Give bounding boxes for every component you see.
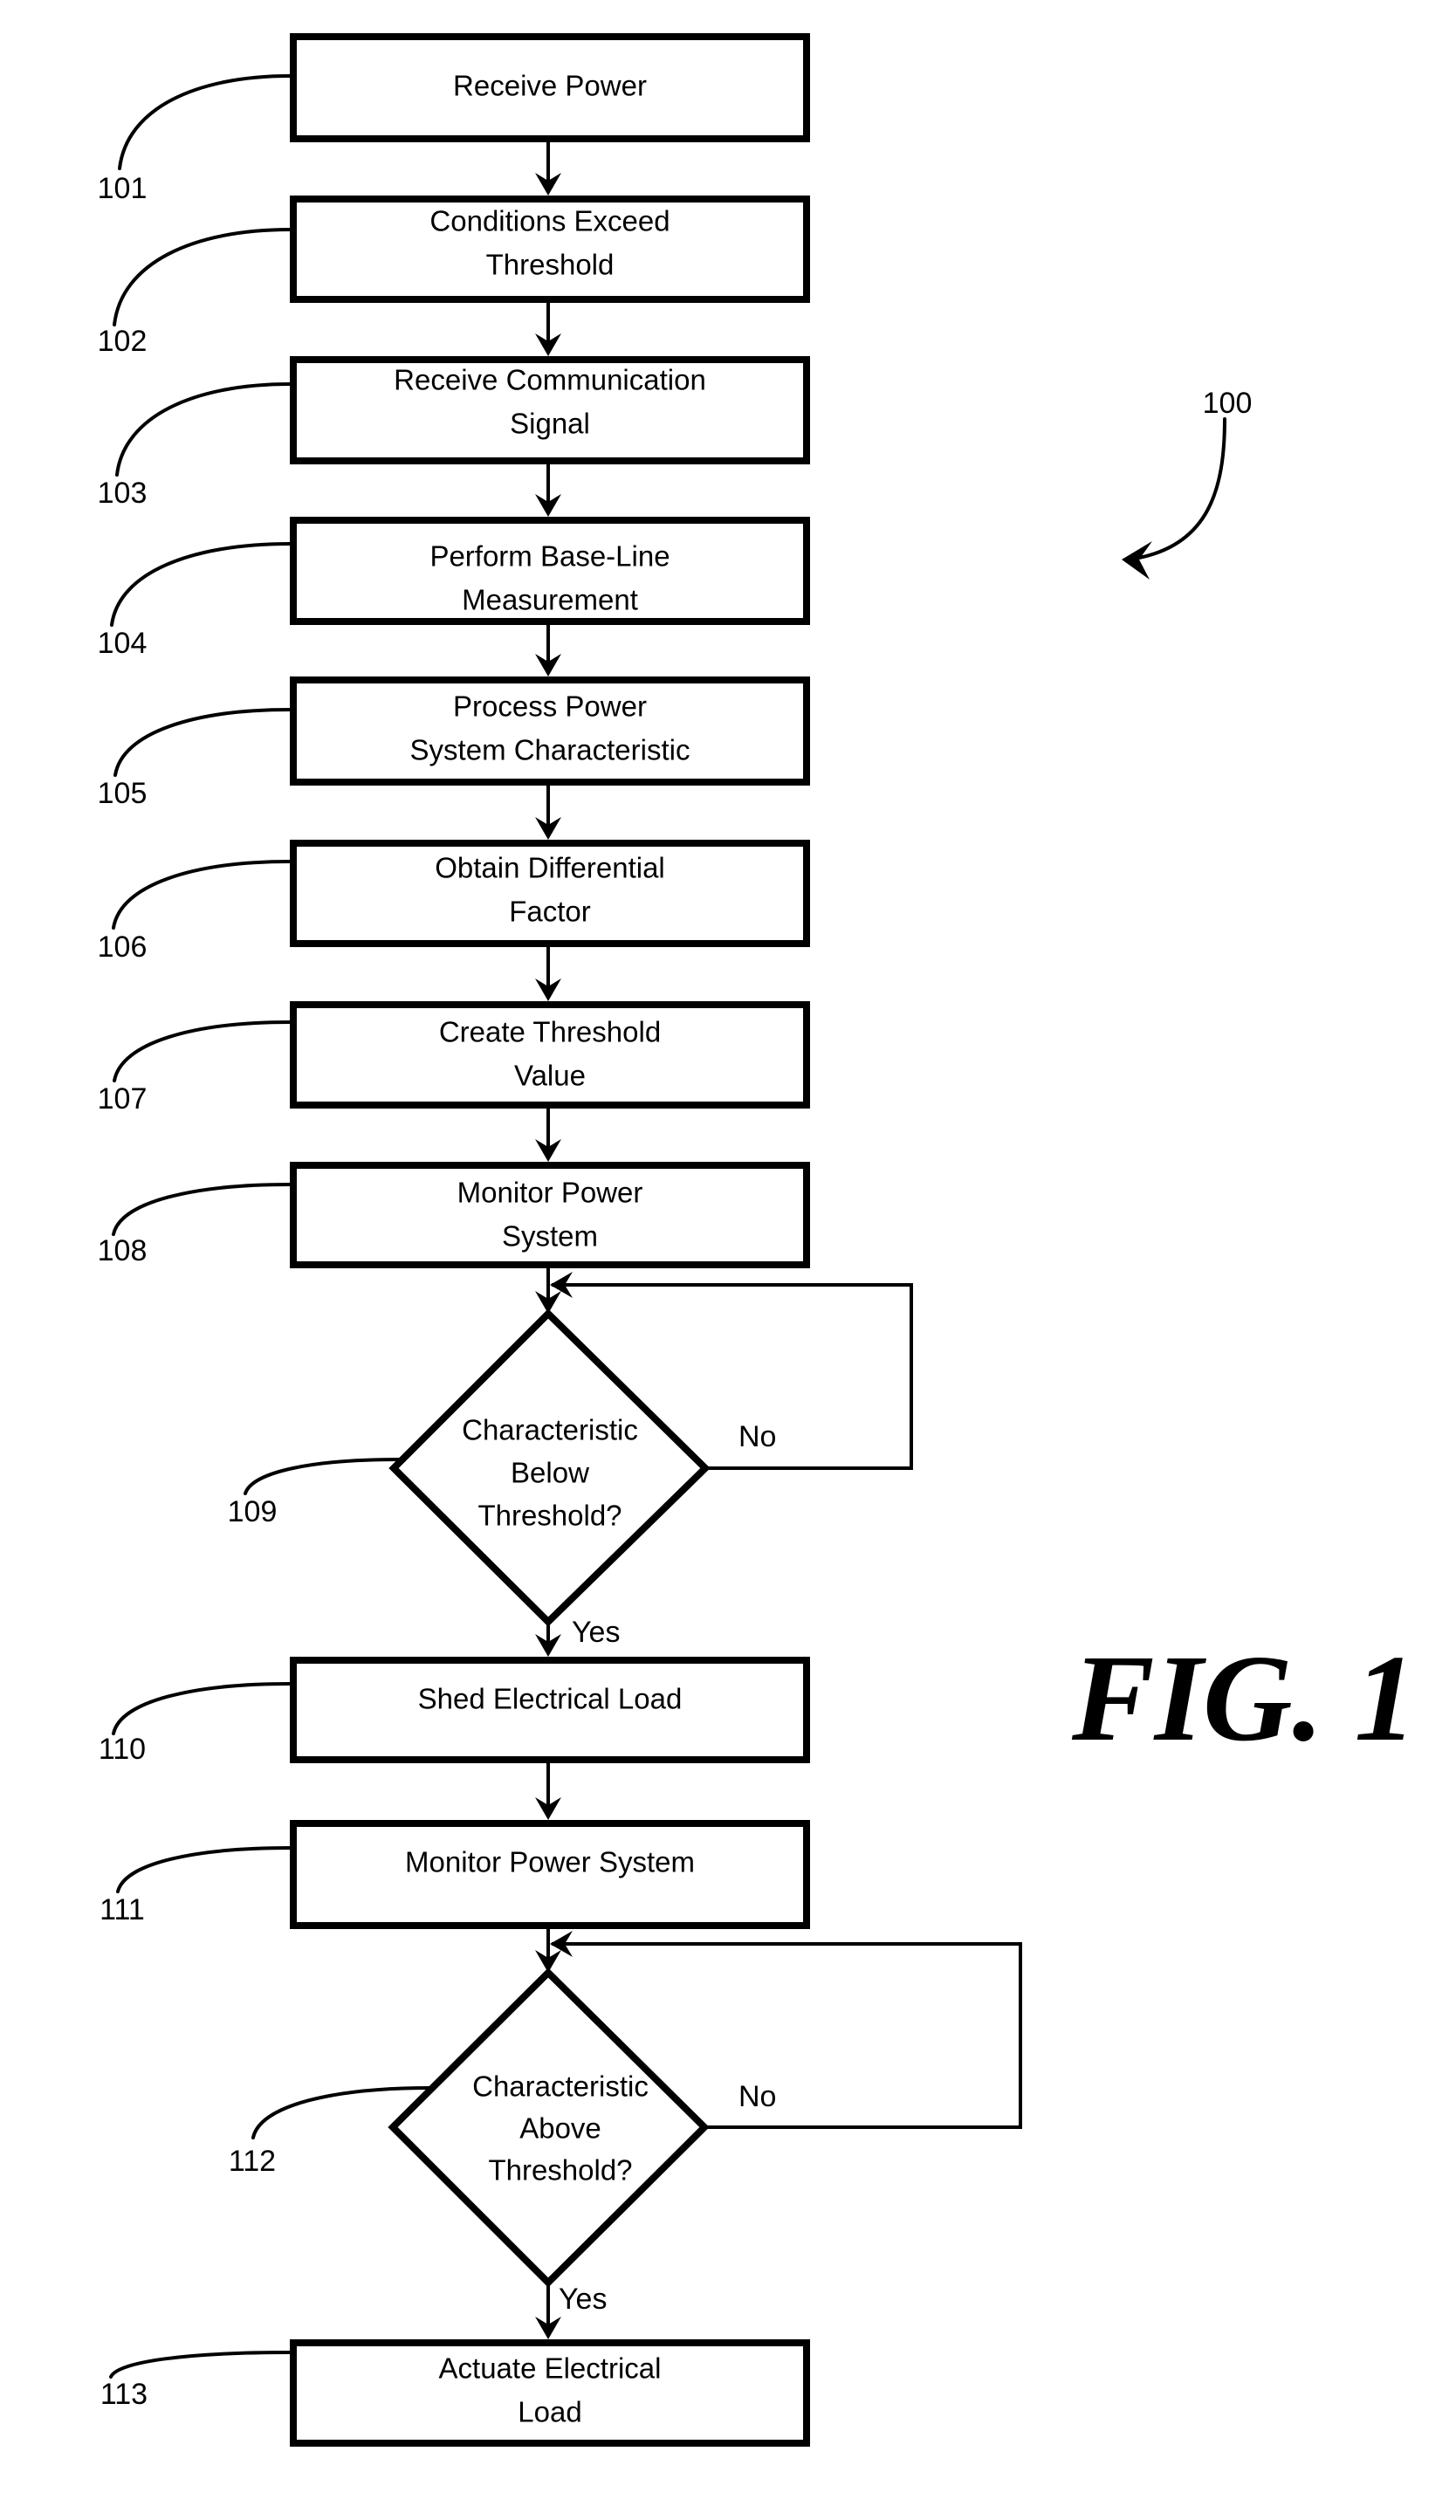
step-label-line: Characteristic bbox=[472, 2070, 649, 2103]
reference-number: 103 bbox=[98, 477, 148, 510]
step-label-line: Characteristic bbox=[462, 1414, 638, 1446]
process-step-111: Monitor Power System bbox=[290, 1820, 810, 1929]
step-label-line: Load bbox=[518, 2396, 581, 2428]
step-label-line: Monitor Power bbox=[457, 1177, 643, 1209]
reference-number: 101 bbox=[98, 172, 148, 205]
reference-callout-line bbox=[110, 542, 292, 627]
reference-callout-line bbox=[244, 1458, 401, 1495]
step-label-line: Monitor Power System bbox=[405, 1846, 695, 1878]
step-label-line: Perform Base-Line bbox=[429, 540, 670, 573]
figure-reference-arrow bbox=[1133, 417, 1226, 560]
step-label-line: Below bbox=[511, 1457, 589, 1489]
step-label-line: System bbox=[502, 1220, 598, 1253]
process-step-107: Create Threshold Value bbox=[290, 1001, 810, 1109]
reference-callout-line bbox=[118, 74, 292, 170]
process-step-105: Process Power System Characteristic bbox=[290, 676, 810, 786]
reference-callout-line bbox=[113, 1020, 292, 1082]
process-step-101: Receive Power bbox=[290, 33, 810, 142]
no-branch-label: No bbox=[738, 1420, 776, 1453]
reference-callout-line bbox=[113, 228, 292, 326]
no-branch-label: No bbox=[738, 2080, 776, 2113]
reference-number: 113 bbox=[100, 2378, 148, 2411]
reference-callout-line bbox=[113, 708, 292, 777]
step-label-line: Actuate Electrical bbox=[439, 2352, 662, 2385]
arrowhead-icon bbox=[1122, 541, 1152, 580]
step-label-line: Threshold? bbox=[477, 1500, 622, 1532]
yes-branch-label: Yes bbox=[572, 1616, 620, 1649]
flowchart-figure: Receive Power Conditions Exceed Threshold R… bbox=[98, 33, 1417, 2447]
figure-reference-number: 100 bbox=[1203, 387, 1253, 420]
step-label-line: Obtain Differential bbox=[435, 852, 665, 884]
step-label-line: Create Threshold bbox=[439, 1016, 661, 1048]
step-label-line: Shed Electrical Load bbox=[418, 1683, 683, 1715]
reference-number: 107 bbox=[98, 1082, 148, 1116]
process-step-106: Obtain Differential Factor bbox=[290, 840, 810, 947]
reference-number: 104 bbox=[98, 627, 148, 660]
reference-number: 106 bbox=[98, 930, 148, 964]
reference-number: 110 bbox=[99, 1733, 146, 1766]
process-step-113: Actuate Electrical Load bbox=[290, 2339, 810, 2447]
figure-reference: 100 bbox=[1122, 387, 1252, 580]
reference-callout-line bbox=[109, 2351, 292, 2379]
step-label-line: Threshold bbox=[486, 249, 615, 281]
step-label-line: Receive Communication bbox=[394, 364, 706, 396]
decision-109: No Yes Characteristic Below Threshold? bbox=[388, 1308, 776, 1649]
step-label-line: Value bbox=[514, 1060, 586, 1092]
reference-number: 105 bbox=[98, 777, 148, 810]
decision-112: No Yes Characteristic Above Threshold? bbox=[388, 1967, 776, 2316]
process-step-104: Perform Base-Line Measurement bbox=[290, 517, 810, 625]
reference-number: 111 bbox=[100, 1893, 145, 1926]
step-label-line: Above bbox=[519, 2112, 601, 2145]
reference-callout-line bbox=[116, 1846, 292, 1893]
reference-number: 112 bbox=[229, 2145, 276, 2178]
step-label-line: Conditions Exceed bbox=[429, 205, 670, 237]
reference-callout-line bbox=[112, 1682, 292, 1735]
yes-branch-label: Yes bbox=[559, 2283, 607, 2316]
step-label-line: Process Power bbox=[453, 690, 647, 723]
reference-number: 108 bbox=[98, 1234, 148, 1267]
step-label-line: Threshold? bbox=[488, 2154, 632, 2187]
reference-number: 109 bbox=[228, 1495, 278, 1528]
process-step-108: Monitor Power System bbox=[290, 1162, 810, 1268]
step-shapes: Receive Power Conditions Exceed Threshold R… bbox=[290, 33, 810, 2447]
process-step-102: Conditions Exceed Threshold bbox=[290, 196, 810, 303]
process-step-103: Receive Communication Signal bbox=[290, 356, 810, 464]
step-label-line: Receive Power bbox=[453, 70, 647, 102]
step-label-line: Factor bbox=[509, 896, 591, 928]
reference-callout-line bbox=[112, 860, 292, 930]
reference-number: 102 bbox=[98, 325, 148, 358]
step-label-line: Signal bbox=[510, 408, 590, 440]
reference-callout-line bbox=[112, 1183, 292, 1236]
figure-label: FIG. 1 bbox=[1071, 1629, 1417, 1767]
step-label-line: Measurement bbox=[462, 584, 638, 616]
reference-callout-line bbox=[115, 382, 292, 477]
process-step-110: Shed Electrical Load bbox=[290, 1657, 810, 1763]
step-label-line: System Characteristic bbox=[410, 734, 690, 766]
